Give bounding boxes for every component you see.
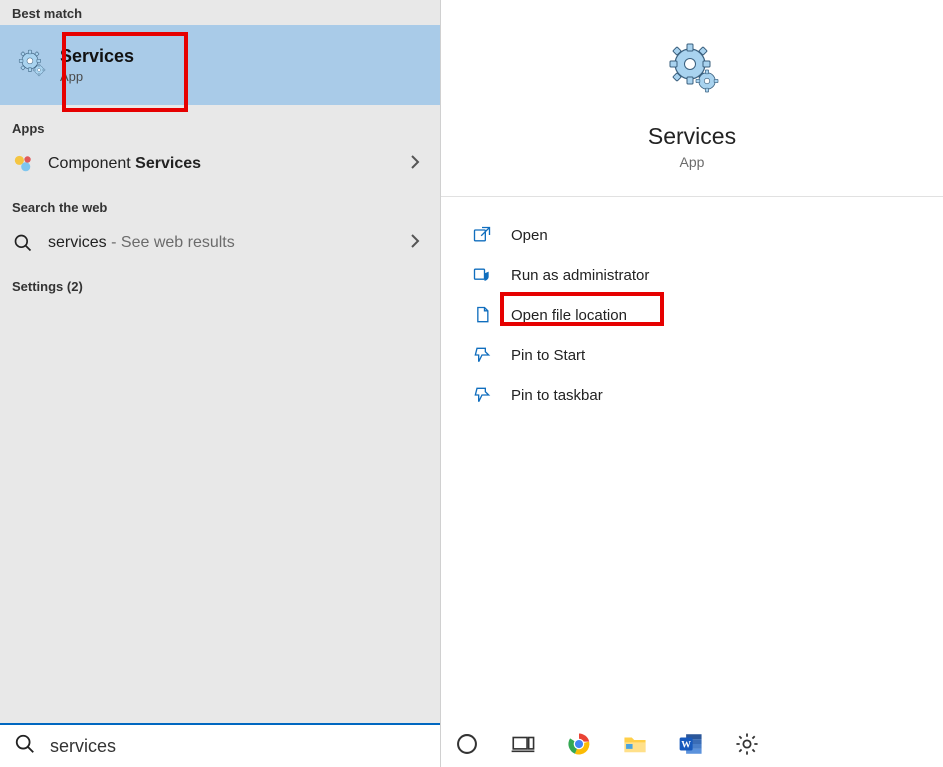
search-icon (14, 733, 36, 760)
admin-shield-icon (471, 265, 493, 285)
action-pin-to-taskbar[interactable]: Pin to taskbar (469, 375, 915, 415)
open-icon (471, 225, 493, 245)
chevron-right-icon (410, 234, 420, 253)
svg-text:W: W (681, 739, 691, 750)
search-results-pane: Best match Services App Apps (0, 0, 440, 767)
action-run-as-admin[interactable]: Run as administrator (469, 255, 915, 295)
web-item-label: services - See web results (48, 234, 235, 252)
action-label: Run as administrator (511, 267, 649, 284)
component-services-icon (12, 154, 34, 174)
chevron-right-icon (410, 155, 420, 174)
taskbar-task-view-icon[interactable] (507, 728, 539, 760)
best-match-title: Services (60, 46, 134, 67)
services-gear-icon (664, 40, 720, 101)
section-web: Search the web (0, 194, 440, 219)
action-label: Open (511, 227, 548, 244)
web-search-item[interactable]: services - See web results (0, 219, 440, 267)
action-open[interactable]: Open (469, 215, 915, 255)
preview-subtitle: App (680, 154, 705, 170)
preview-title: Services (648, 123, 736, 150)
action-pin-to-start[interactable]: Pin to Start (469, 335, 915, 375)
search-bar[interactable] (0, 723, 440, 767)
taskbar-file-explorer-icon[interactable] (619, 728, 651, 760)
taskbar-chrome-icon[interactable] (563, 728, 595, 760)
apps-item-label: Component Services (48, 155, 201, 173)
action-label: Open file location (511, 307, 627, 324)
apps-item-component-services[interactable]: Component Services (0, 140, 440, 188)
file-location-icon (471, 305, 493, 325)
section-settings[interactable]: Settings (2) (0, 273, 440, 298)
action-label: Pin to taskbar (511, 387, 603, 404)
best-match-subtitle: App (60, 69, 134, 84)
pin-icon (471, 385, 493, 405)
pin-icon (471, 345, 493, 365)
taskbar-cortana-icon[interactable] (451, 728, 483, 760)
taskbar: W (441, 721, 943, 767)
search-input[interactable] (48, 735, 426, 758)
search-icon (12, 233, 34, 253)
taskbar-word-icon[interactable]: W (675, 728, 707, 760)
services-gear-icon (16, 48, 46, 83)
section-best-match: Best match (0, 0, 440, 25)
action-open-file-location[interactable]: Open file location (469, 295, 915, 335)
section-apps: Apps (0, 115, 440, 140)
preview-pane: Services App Open Run as administrator (441, 0, 943, 767)
best-match-item[interactable]: Services App (0, 25, 440, 105)
taskbar-settings-icon[interactable] (731, 728, 763, 760)
action-label: Pin to Start (511, 347, 585, 364)
